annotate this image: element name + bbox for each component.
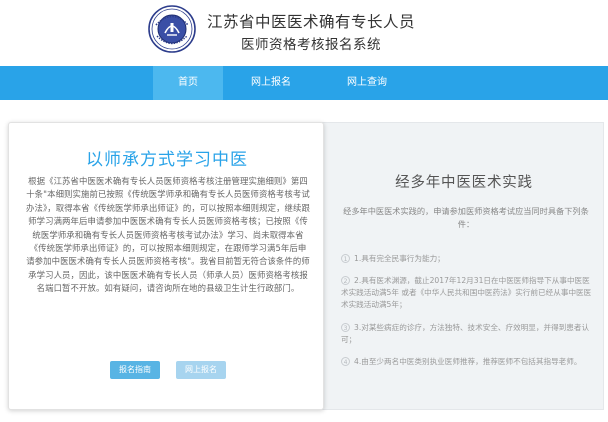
practice-card: 经多年中医医术实践 经多年中医医术实践的，申请参加医师资格考试应当同时具备下列条… xyxy=(322,122,604,410)
condition-text: 4.由至少两名中医类别执业医师推荐，推荐医师不包括其指导老师。 xyxy=(354,357,582,366)
provincial-seal-icon xyxy=(148,5,196,53)
circle-number-icon: 1 xyxy=(341,254,350,263)
condition-text: 2.具有医术渊源，截止2017年12月31日在中医医师指导下从事中医医术实践活动… xyxy=(341,276,592,309)
condition-item: 4 4.由至少两名中医类别执业医师推荐，推荐医师不包括其指导老师。 xyxy=(341,356,593,368)
main-nav: 首页 网上报名 网上查询 xyxy=(0,66,608,100)
condition-item: 3 3.对某些病症的诊疗，方法独特、技术安全、疗效明显，并得到患者认可； xyxy=(341,322,593,346)
circle-number-icon: 3 xyxy=(341,323,350,332)
circle-number-icon: 4 xyxy=(341,357,350,366)
apprenticeship-card-body: 根据《江苏省中医医术确有专长人员医师资格考核注册管理实施细则》第四十条"本细则实… xyxy=(26,176,310,294)
apprenticeship-card: 以师承方式学习中医 根据《江苏省中医医术确有专长人员医师资格考核注册管理实施细则… xyxy=(8,122,324,410)
condition-text: 3.对某些病症的诊疗，方法独特、技术安全、疗效明显，并得到患者认可； xyxy=(341,323,590,344)
page: 江苏省中医医术确有专长人员 医师资格考核报名系统 首页 网上报名 网上查询 以师… xyxy=(0,0,608,422)
circle-number-icon: 2 xyxy=(341,276,350,285)
nav-online-apply[interactable]: 网上报名 xyxy=(236,66,306,100)
nav-home[interactable]: 首页 xyxy=(153,66,223,100)
site-header: 江苏省中医医术确有专长人员 医师资格考核报名系统 xyxy=(0,0,608,66)
online-apply-button[interactable]: 网上报名 xyxy=(176,361,226,379)
registration-guide-button[interactable]: 报名指南 xyxy=(110,361,160,379)
apprenticeship-card-title: 以师承方式学习中医 xyxy=(86,150,248,170)
practice-card-intro: 经多年中医医术实践的，申请参加医师资格考试应当同时具备下列条件： xyxy=(343,206,589,229)
site-subtitle: 医师资格考核报名系统 xyxy=(241,37,381,53)
nav-online-query[interactable]: 网上查询 xyxy=(330,66,404,100)
condition-text: 1.具有完全民事行为能力； xyxy=(354,254,445,263)
practice-card-title: 经多年中医医术实践 xyxy=(395,175,533,191)
condition-item: 1 1.具有完全民事行为能力； xyxy=(341,253,593,265)
site-title: 江苏省中医医术确有专长人员 xyxy=(207,13,416,31)
condition-item: 2 2.具有医术渊源，截止2017年12月31日在中医医师指导下从事中医医术实践活… xyxy=(341,275,593,311)
